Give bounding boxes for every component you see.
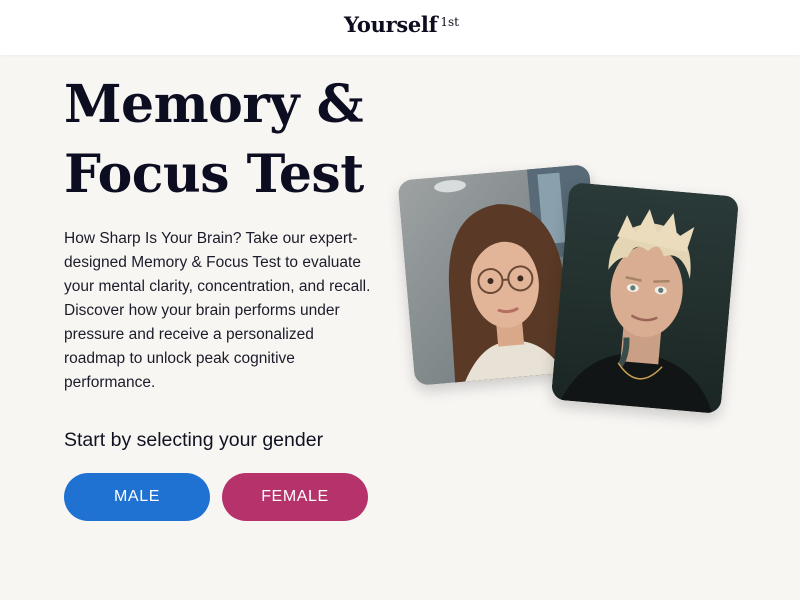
top-header: Yourself 1st	[0, 0, 800, 55]
man-portrait-image	[550, 182, 740, 414]
logo[interactable]: Yourself 1st	[344, 12, 459, 40]
gender-prompt: Start by selecting your gender	[64, 429, 324, 451]
page-title: Memory & Focus Test	[64, 74, 364, 205]
test-description: How Sharp Is Your Brain? Take our expert…	[64, 230, 371, 391]
logo-superscript: 1st	[440, 15, 459, 29]
male-button[interactable]: MALE	[64, 473, 210, 521]
female-button[interactable]: FEMALE	[222, 473, 368, 521]
logo-text: Yourself	[344, 12, 438, 37]
